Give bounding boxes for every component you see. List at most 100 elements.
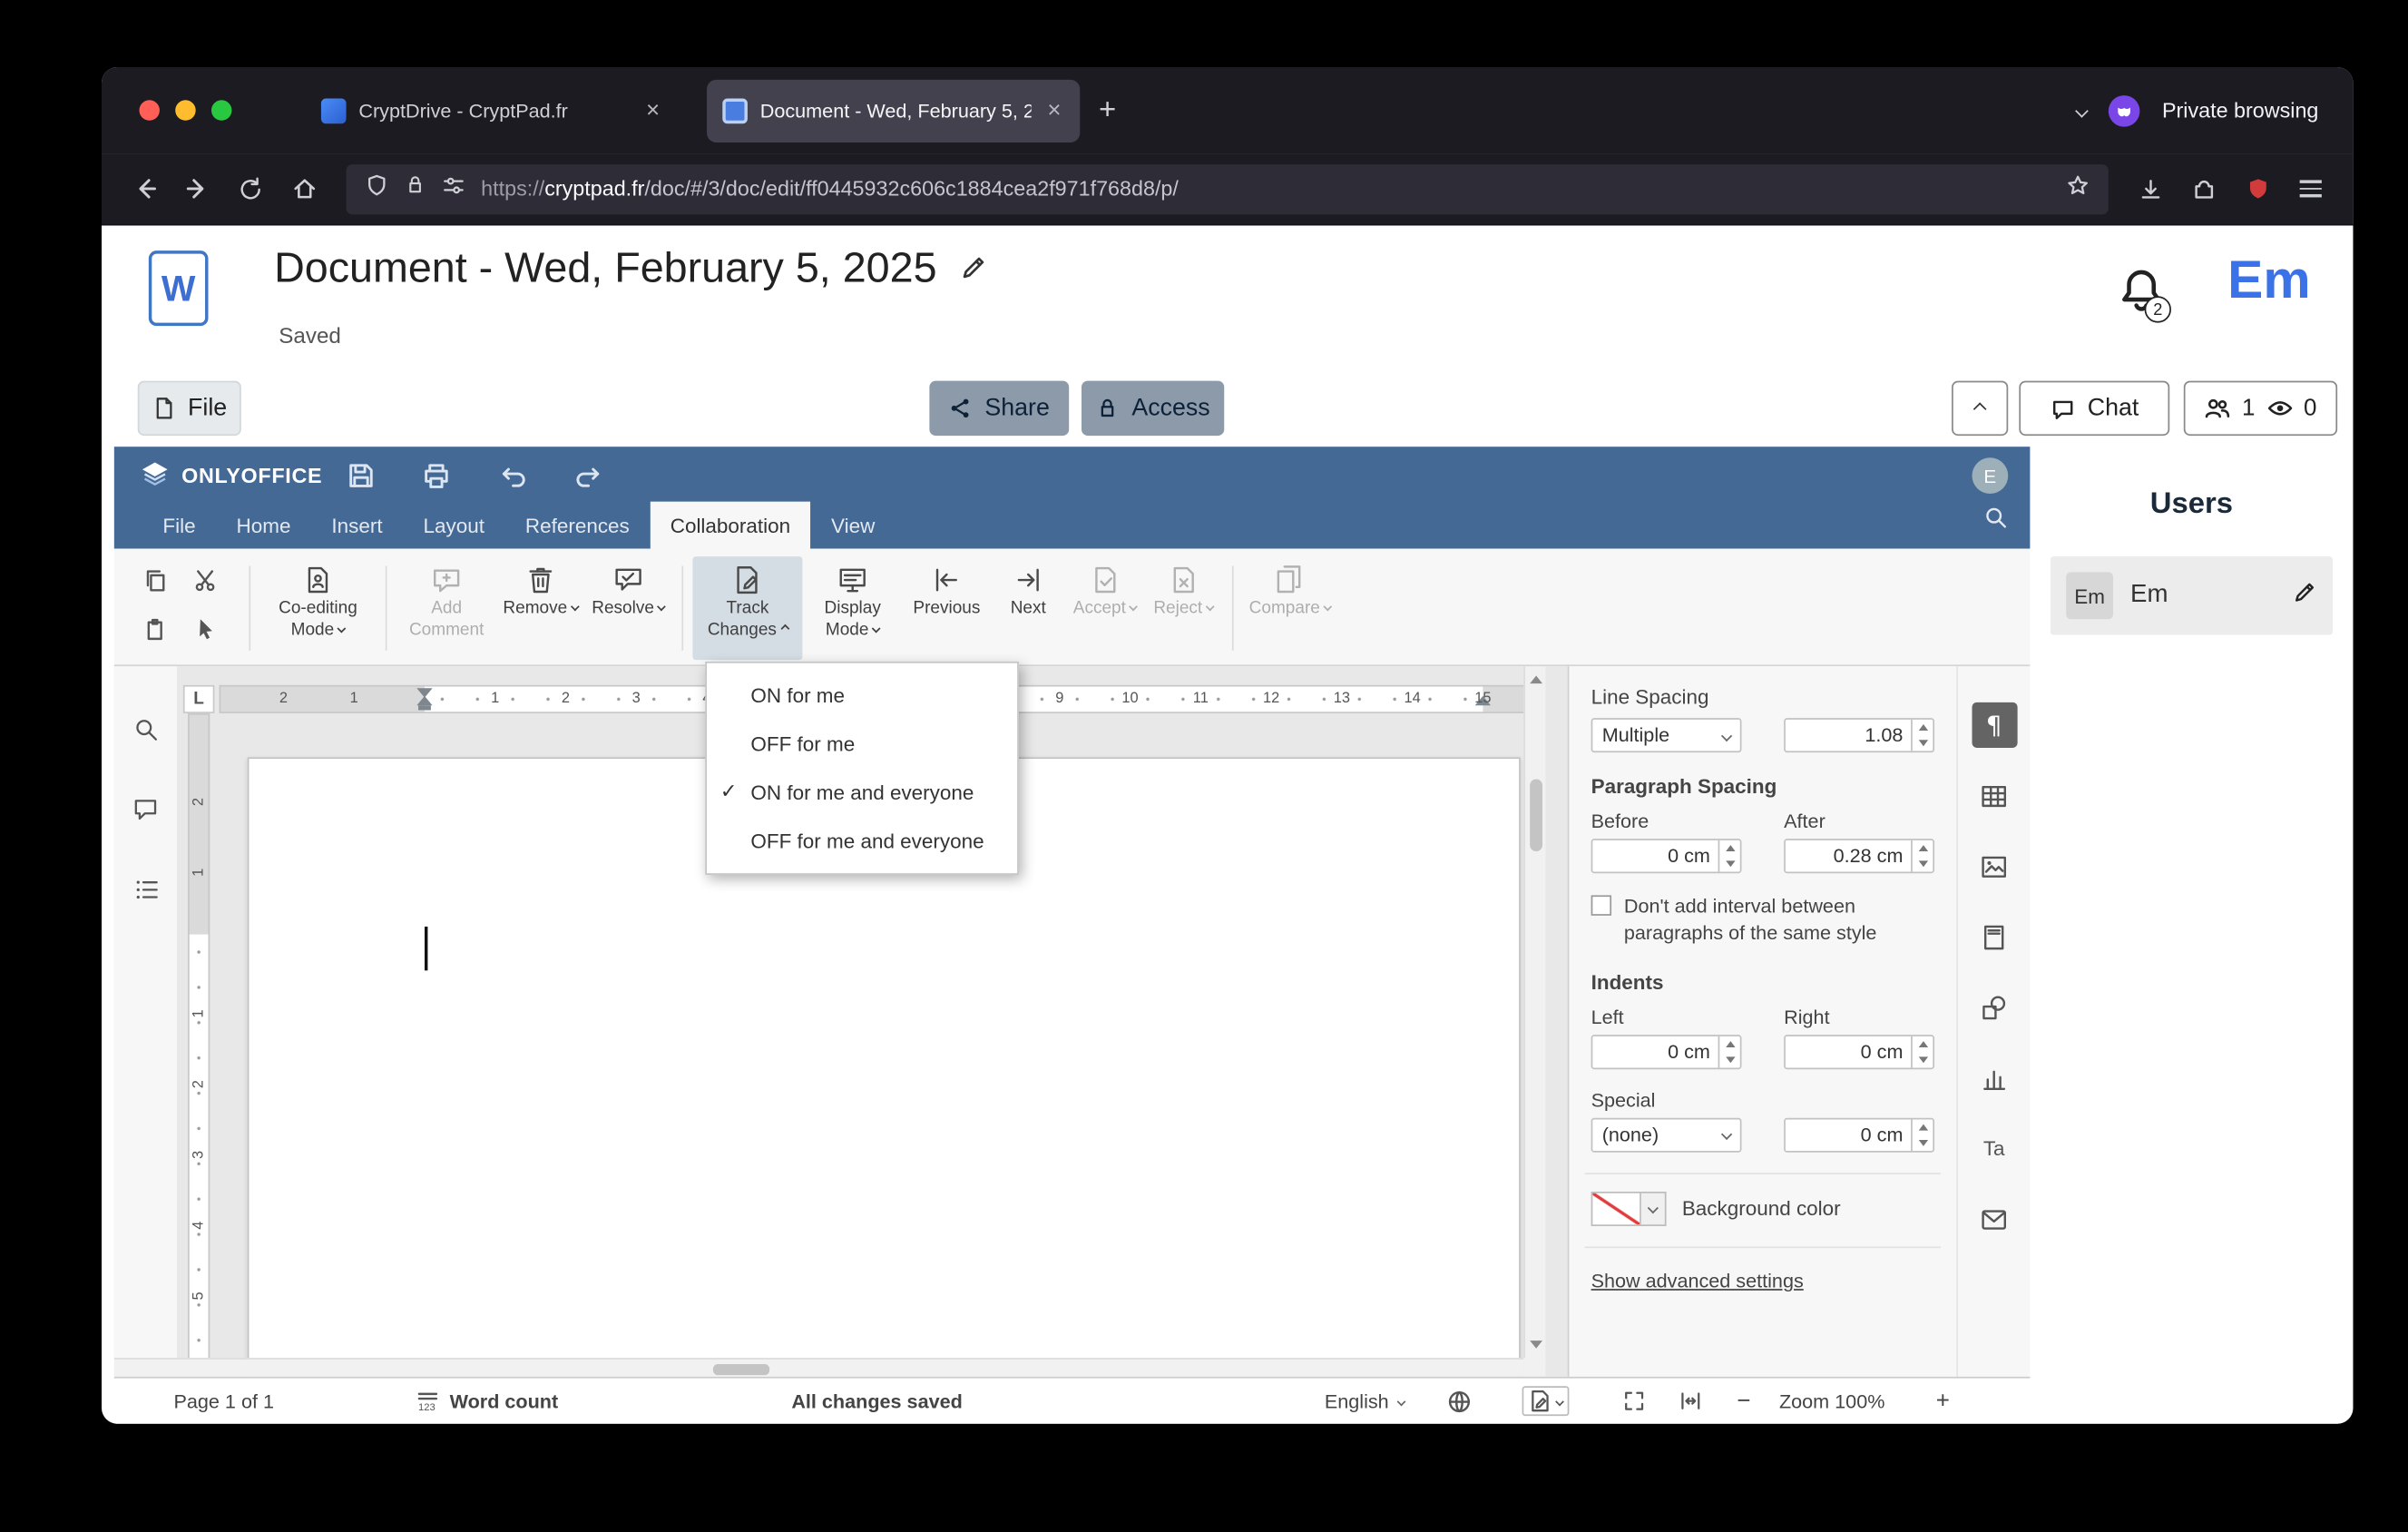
- track-menu-item[interactable]: ✓ ON for me and everyone: [707, 768, 1017, 817]
- menu-tab-insert[interactable]: Insert: [311, 502, 403, 549]
- special-indent-input[interactable]: 0 cm: [1784, 1117, 1935, 1153]
- tracking-protection-shield-icon[interactable]: [365, 173, 388, 205]
- display-mode-button[interactable]: Display Mode: [802, 556, 903, 660]
- chart-settings-icon[interactable]: [1972, 1056, 2017, 1101]
- menu-tab-references[interactable]: References: [504, 502, 650, 549]
- left-indent-marker[interactable]: [418, 705, 431, 711]
- close-tab-icon[interactable]: ×: [1044, 97, 1064, 123]
- copy-icon[interactable]: [142, 567, 168, 600]
- shape-settings-icon[interactable]: [1972, 985, 2017, 1030]
- paragraph-settings-icon[interactable]: ¶: [1971, 702, 2017, 748]
- redo-icon[interactable]: [573, 461, 603, 498]
- menu-tab-collaboration[interactable]: Collaboration: [650, 501, 811, 549]
- window-close-button[interactable]: [139, 100, 160, 121]
- image-settings-icon[interactable]: [1972, 843, 2017, 889]
- track-menu-item[interactable]: OFF for me: [707, 720, 1017, 769]
- find-icon[interactable]: [132, 716, 159, 751]
- access-button[interactable]: Access: [1082, 380, 1225, 437]
- share-button[interactable]: Share: [929, 380, 1070, 437]
- downloads-icon[interactable]: [2128, 165, 2175, 212]
- reload-button[interactable]: [227, 165, 274, 212]
- word-count-button[interactable]: 123 Word count: [416, 1379, 558, 1424]
- zoom-level[interactable]: Zoom 100%: [1779, 1379, 1884, 1424]
- select-all-icon[interactable]: [192, 616, 218, 649]
- save-icon[interactable]: [347, 461, 377, 498]
- tab-cryptdrive[interactable]: CryptDrive - CryptPad.fr ×: [306, 79, 679, 142]
- zoom-in-button[interactable]: +: [1936, 1379, 1950, 1424]
- connection-secure-lock-icon[interactable]: [405, 174, 426, 204]
- page-indicator[interactable]: Page 1 of 1: [173, 1379, 274, 1424]
- zoom-out-button[interactable]: −: [1737, 1379, 1750, 1424]
- line-spacing-amount-input[interactable]: 1.08: [1784, 718, 1935, 753]
- notifications-bell-icon[interactable]: 2: [2118, 266, 2171, 323]
- co-editing-mode-button[interactable]: Co-editing Mode: [260, 556, 377, 660]
- back-button[interactable]: [121, 165, 168, 212]
- paste-icon[interactable]: [142, 616, 168, 649]
- vertical-scrollbar[interactable]: [1523, 666, 1546, 1359]
- mail-merge-icon[interactable]: [1972, 1196, 2017, 1242]
- extensions-icon[interactable]: [2180, 165, 2227, 212]
- background-color-chevron[interactable]: [1640, 1191, 1667, 1226]
- track-menu-item[interactable]: ON for me: [707, 671, 1017, 720]
- spellcheck-globe-icon[interactable]: [1447, 1379, 1473, 1424]
- tab-document[interactable]: Document - Wed, February 5, 2... ×: [707, 78, 1081, 142]
- remove-comment-button[interactable]: Remove: [496, 556, 584, 660]
- track-changes-status-toggle[interactable]: [1522, 1379, 1570, 1424]
- tab-stop-selector[interactable]: L: [182, 684, 215, 713]
- spacing-before-input[interactable]: 0 cm: [1591, 839, 1742, 874]
- indent-left-input[interactable]: 0 cm: [1591, 1034, 1742, 1069]
- search-icon[interactable]: [1983, 505, 2009, 537]
- track-menu-item[interactable]: OFF for me and everyone: [707, 817, 1017, 866]
- window-minimize-button[interactable]: [175, 100, 196, 121]
- document-title[interactable]: Document - Wed, February 5, 2025: [274, 244, 936, 293]
- no-interval-checkbox[interactable]: [1591, 895, 1612, 916]
- menu-tab-view[interactable]: View: [811, 502, 896, 549]
- menu-button[interactable]: [2287, 165, 2335, 212]
- edit-name-pencil-icon[interactable]: [2292, 579, 2317, 612]
- background-color-swatch[interactable]: [1591, 1191, 1641, 1226]
- edit-title-pencil-icon[interactable]: [959, 244, 987, 293]
- window-zoom-button[interactable]: [210, 100, 232, 121]
- comments-icon[interactable]: [132, 797, 159, 831]
- scrollbar-thumb[interactable]: [712, 1363, 770, 1375]
- user-list-button[interactable]: 1 0: [2183, 380, 2338, 437]
- track-changes-button[interactable]: Track Changes: [692, 556, 803, 661]
- navigation-headings-icon[interactable]: [132, 877, 159, 911]
- undo-icon[interactable]: [498, 461, 528, 498]
- indent-right-input[interactable]: 0 cm: [1784, 1034, 1935, 1069]
- text-art-settings-icon[interactable]: Ta: [1972, 1125, 2017, 1171]
- hanging-indent-marker[interactable]: [416, 695, 433, 706]
- vertical-ruler[interactable]: 21123456: [188, 712, 210, 1370]
- table-settings-icon[interactable]: [1972, 773, 2017, 819]
- account-avatar[interactable]: Em: [2227, 250, 2310, 311]
- previous-change-button[interactable]: Previous: [903, 556, 991, 660]
- print-icon[interactable]: [422, 461, 452, 498]
- file-menu-button[interactable]: File: [137, 380, 241, 437]
- header-footer-settings-icon[interactable]: [1972, 914, 2017, 959]
- line-spacing-select[interactable]: Multiple: [1591, 718, 1742, 753]
- forward-button[interactable]: [173, 165, 220, 212]
- menu-tab-file[interactable]: File: [142, 502, 216, 549]
- office-user-badge[interactable]: E: [1972, 457, 2009, 495]
- list-tabs-chevron-icon[interactable]: [2075, 103, 2090, 117]
- chat-button[interactable]: Chat: [2019, 380, 2170, 437]
- special-indent-select[interactable]: (none): [1591, 1117, 1742, 1153]
- cut-icon[interactable]: [192, 567, 218, 600]
- next-change-button[interactable]: Next: [991, 556, 1066, 660]
- close-tab-icon[interactable]: ×: [643, 97, 663, 123]
- fit-width-icon[interactable]: [1679, 1379, 1702, 1424]
- spacing-after-input[interactable]: 0.28 cm: [1784, 839, 1935, 874]
- new-tab-button[interactable]: +: [1080, 93, 1135, 128]
- scrollbar-thumb[interactable]: [1530, 779, 1543, 851]
- user-list-item[interactable]: Em Em: [2050, 556, 2333, 635]
- menu-tab-home[interactable]: Home: [216, 502, 311, 549]
- fit-page-icon[interactable]: [1622, 1379, 1646, 1424]
- language-selector[interactable]: English: [1325, 1379, 1406, 1424]
- url-bar[interactable]: https://cryptpad.fr/doc/#/3/doc/edit/ff0…: [346, 163, 2109, 214]
- permissions-icon[interactable]: [442, 173, 465, 205]
- collapse-toolbar-button[interactable]: [1952, 380, 2009, 437]
- advanced-settings-link[interactable]: Show advanced settings: [1591, 1270, 1804, 1291]
- menu-tab-layout[interactable]: Layout: [403, 502, 504, 549]
- horizontal-scrollbar[interactable]: [113, 1358, 1524, 1377]
- home-button[interactable]: [280, 165, 328, 212]
